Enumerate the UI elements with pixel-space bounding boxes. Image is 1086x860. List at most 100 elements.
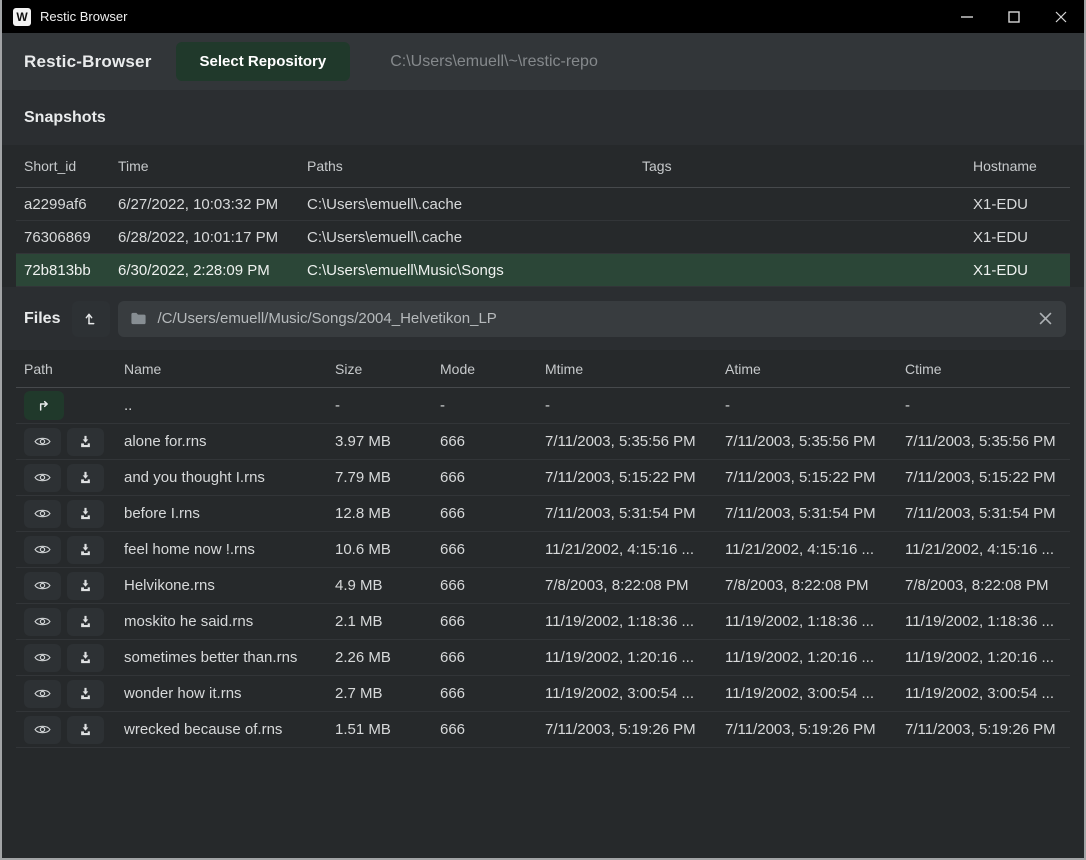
view-file-button[interactable] — [24, 644, 61, 672]
column-header: Paths — [299, 145, 634, 187]
download-file-button[interactable] — [67, 464, 104, 492]
view-icon — [34, 507, 51, 520]
file-mode: - — [432, 388, 537, 423]
snapshots-table: Short_idTimePathsTagsHostname a2299af66/… — [2, 145, 1084, 287]
maximize-button[interactable] — [990, 0, 1037, 33]
file-ctime: - — [897, 388, 1070, 423]
view-file-button[interactable] — [24, 608, 61, 636]
file-mtime: 11/19/2002, 3:00:54 ... — [537, 676, 717, 711]
file-atime: 7/11/2003, 5:31:54 PM — [717, 496, 897, 531]
file-atime: 7/11/2003, 5:15:22 PM — [717, 460, 897, 495]
download-icon — [78, 650, 93, 665]
file-row[interactable]: moskito he said.rns2.1 MB66611/19/2002, … — [16, 604, 1070, 640]
column-header: Hostname — [965, 145, 1070, 187]
file-size: 10.6 MB — [327, 532, 432, 567]
select-repository-button[interactable]: Select Repository — [176, 42, 351, 81]
download-icon — [78, 686, 93, 701]
column-header: Mtime — [537, 350, 717, 387]
download-file-button[interactable] — [67, 536, 104, 564]
file-row[interactable]: wonder how it.rns2.7 MB66611/19/2002, 3:… — [16, 676, 1070, 712]
maximize-icon — [1008, 11, 1020, 23]
go-parent-button[interactable] — [24, 391, 64, 420]
view-file-button[interactable] — [24, 464, 61, 492]
file-size: 3.97 MB — [327, 424, 432, 459]
file-row[interactable]: before I.rns12.8 MB6667/11/2003, 5:31:54… — [16, 496, 1070, 532]
file-row[interactable]: wrecked because of.rns1.51 MB6667/11/200… — [16, 712, 1070, 748]
download-icon — [78, 578, 93, 593]
file-name: wonder how it.rns — [116, 676, 327, 711]
file-mtime: 7/11/2003, 5:31:54 PM — [537, 496, 717, 531]
snapshot-short_id: 72b813bb — [16, 254, 110, 286]
parent-directory-row[interactable]: ..----- — [16, 388, 1070, 424]
file-row[interactable]: Helvikone.rns4.9 MB6667/8/2003, 8:22:08 … — [16, 568, 1070, 604]
file-size: 7.79 MB — [327, 460, 432, 495]
snapshot-row[interactable]: 72b813bb6/30/2022, 2:28:09 PMC:\Users\em… — [16, 254, 1070, 287]
file-atime: - — [717, 388, 897, 423]
view-icon — [34, 723, 51, 736]
snapshot-hostname: X1-EDU — [965, 254, 1070, 286]
file-mtime: 11/19/2002, 1:20:16 ... — [537, 640, 717, 675]
column-header: Atime — [717, 350, 897, 387]
download-file-button[interactable] — [67, 680, 104, 708]
files-table: PathNameSizeModeMtimeAtimeCtime ..-----a… — [2, 350, 1084, 748]
file-mode: 666 — [432, 460, 537, 495]
file-ctime: 7/11/2003, 5:19:26 PM — [897, 712, 1070, 747]
snapshot-row[interactable]: a2299af66/27/2022, 10:03:32 PMC:\Users\e… — [16, 188, 1070, 221]
file-mode: 666 — [432, 712, 537, 747]
column-header: Size — [327, 350, 432, 387]
current-path-bar: /C/Users/emuell/Music/Songs/2004_Helveti… — [118, 301, 1066, 337]
view-file-button[interactable] — [24, 500, 61, 528]
download-file-button[interactable] — [67, 716, 104, 744]
titlebar: W Restic Browser — [2, 0, 1084, 33]
column-header: Ctime — [897, 350, 1070, 387]
file-row[interactable]: feel home now !.rns10.6 MB66611/21/2002,… — [16, 532, 1070, 568]
snapshot-time: 6/27/2022, 10:03:32 PM — [110, 188, 299, 220]
column-header: Tags — [634, 145, 965, 187]
file-ctime: 11/21/2002, 4:15:16 ... — [897, 532, 1070, 567]
snapshot-row[interactable]: 763068696/28/2022, 10:01:17 PMC:\Users\e… — [16, 221, 1070, 254]
files-toolbar: Files /C/Users/emuell/Music/Songs/2004_H… — [2, 287, 1084, 350]
file-mode: 666 — [432, 676, 537, 711]
view-file-button[interactable] — [24, 716, 61, 744]
column-header: Short_id — [16, 145, 110, 187]
snapshots-section-header: Snapshots — [2, 90, 1084, 145]
file-atime: 7/8/2003, 8:22:08 PM — [717, 568, 897, 603]
snapshots-title: Snapshots — [24, 109, 106, 127]
go-parent-icon — [36, 398, 52, 414]
file-atime: 11/19/2002, 1:20:16 ... — [717, 640, 897, 675]
download-file-button[interactable] — [67, 644, 104, 672]
snapshot-paths: C:\Users\emuell\.cache — [299, 188, 634, 220]
files-table-header: PathNameSizeModeMtimeAtimeCtime — [16, 350, 1070, 388]
download-file-button[interactable] — [67, 500, 104, 528]
up-level-button[interactable] — [72, 301, 110, 337]
snapshot-tags — [634, 254, 965, 286]
file-ctime: 11/19/2002, 3:00:54 ... — [897, 676, 1070, 711]
empty-area — [2, 748, 1084, 858]
close-button[interactable] — [1037, 0, 1084, 33]
file-size: 2.26 MB — [327, 640, 432, 675]
file-row[interactable]: sometimes better than.rns2.26 MB66611/19… — [16, 640, 1070, 676]
view-file-button[interactable] — [24, 536, 61, 564]
view-file-button[interactable] — [24, 572, 61, 600]
repository-path: C:\Users\emuell\~\restic-repo — [390, 53, 598, 71]
file-mode: 666 — [432, 424, 537, 459]
clear-path-button[interactable] — [1037, 310, 1054, 327]
file-name: feel home now !.rns — [116, 532, 327, 567]
file-row[interactable]: and you thought I.rns7.79 MB6667/11/2003… — [16, 460, 1070, 496]
file-ctime: 11/19/2002, 1:18:36 ... — [897, 604, 1070, 639]
view-file-button[interactable] — [24, 680, 61, 708]
file-row[interactable]: alone for.rns3.97 MB6667/11/2003, 5:35:5… — [16, 424, 1070, 460]
snapshot-short_id: 76306869 — [16, 221, 110, 253]
file-mtime: 7/11/2003, 5:35:56 PM — [537, 424, 717, 459]
download-icon — [78, 722, 93, 737]
download-file-button[interactable] — [67, 428, 104, 456]
download-icon — [78, 506, 93, 521]
file-mtime: 11/21/2002, 4:15:16 ... — [537, 532, 717, 567]
download-file-button[interactable] — [67, 572, 104, 600]
minimize-button[interactable] — [943, 0, 990, 33]
view-file-button[interactable] — [24, 428, 61, 456]
file-name: .. — [116, 388, 327, 423]
files-title: Files — [24, 310, 60, 328]
file-mode: 666 — [432, 496, 537, 531]
download-file-button[interactable] — [67, 608, 104, 636]
